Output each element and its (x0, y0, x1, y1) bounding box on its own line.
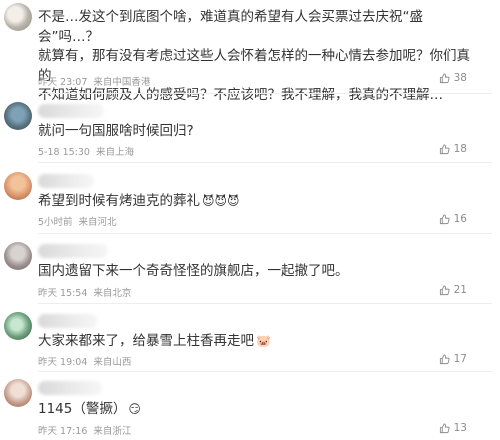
comment-item: 大家来都来了，给暴雪上柱香再走吧 🐷 昨天 19:04 来自山西 17 (0, 308, 500, 372)
thumbs-up-icon (439, 353, 450, 364)
comment-time: 昨天 19:04 (38, 357, 88, 368)
thumbs-up-icon (439, 284, 450, 295)
avatar[interactable] (4, 172, 32, 200)
like-count: 16 (453, 213, 467, 225)
like-button[interactable]: 21 (439, 284, 467, 296)
comment-item: 1145（警撅） 😏 昨天 17:16 来自浙江 13 (0, 376, 500, 440)
comment-text-body: 1145（警撅） (38, 401, 127, 417)
comment-text: 不是…发这个到底图个啥，难道真的希望有人会买票过去庆祝“盛会”吗…？ 就算有，那… (38, 8, 470, 106)
comment-text: 大家来都来了，给暴雪上柱香再走吧 🐷 (38, 332, 470, 352)
comment-item: 不是…发这个到底图个啥，难道真的希望有人会买票过去庆祝“盛会”吗…？ 就算有，那… (0, 0, 500, 103)
comment-text: 希望到时候有烤迪克的葬礼 😈😈😈 (38, 192, 470, 212)
emoji: 🐷 (256, 334, 271, 348)
divider (38, 233, 492, 234)
comment-location: 来自上海 (95, 147, 134, 158)
comment-text-line: 不是…发这个到底图个啥，难道真的希望有人会买票过去庆祝“盛会”吗…？ (38, 9, 423, 45)
comment-item: 希望到时候有烤迪克的葬礼 😈😈😈 5小时前 来自河北 16 (0, 168, 500, 234)
like-button[interactable]: 13 (439, 422, 467, 434)
comment-meta: 昨天 19:04 来自山西 (38, 354, 131, 368)
divider (38, 93, 492, 94)
like-button[interactable]: 38 (439, 72, 467, 84)
thumbs-up-icon (439, 422, 450, 433)
comment-time: 5小时前 (38, 217, 73, 228)
like-count: 38 (453, 72, 467, 84)
avatar[interactable] (4, 242, 32, 270)
username-blurred[interactable] (38, 174, 94, 188)
comment-meta: 5-18 15:30 来自上海 (38, 144, 134, 158)
avatar[interactable] (4, 3, 32, 31)
avatar[interactable] (4, 102, 32, 130)
comment-time: 昨天 23:07 (38, 77, 88, 88)
thumbs-up-icon (439, 143, 450, 154)
comment-meta: 5小时前 来自河北 (38, 214, 117, 228)
like-button[interactable]: 18 (439, 143, 467, 155)
comment-item: 就问一句国服啥时候回归? 5-18 15:30 来自上海 18 (0, 98, 500, 163)
like-count: 13 (453, 422, 467, 434)
username-blurred[interactable] (38, 381, 102, 395)
comment-text: 1145（警撅） 😏 (38, 400, 470, 420)
divider (38, 162, 492, 163)
comment-meta: 昨天 23:07 来自中国香港 (38, 74, 150, 88)
comment-time: 5-18 15:30 (38, 147, 90, 158)
like-count: 18 (453, 143, 467, 155)
thumbs-up-icon (439, 72, 450, 83)
emoji: 😏 (128, 402, 141, 416)
divider (38, 303, 492, 304)
comment-meta: 昨天 15:54 来自北京 (38, 285, 131, 299)
comment-location: 来自浙江 (93, 426, 132, 437)
comment-location: 来自河北 (78, 217, 117, 228)
comment-time: 昨天 17:16 (38, 426, 88, 437)
comment-location: 来自中国香港 (93, 77, 151, 88)
comment-location: 来自北京 (93, 288, 132, 299)
comment-meta: 昨天 17:16 来自浙江 (38, 423, 131, 437)
comment-text: 就问一句国服啥时候回归? (38, 123, 194, 139)
like-count: 17 (453, 353, 467, 365)
comment-item: 国内遗留下来一个奇奇怪怪的旗舰店，一起撤了吧。 昨天 15:54 来自北京 21 (0, 238, 500, 304)
like-button[interactable]: 17 (439, 353, 467, 365)
like-button[interactable]: 16 (439, 213, 467, 225)
avatar[interactable] (4, 312, 32, 340)
avatar[interactable] (4, 379, 32, 407)
comment-text-body: 希望到时候有烤迪克的葬礼 (38, 193, 200, 209)
thumbs-up-icon (439, 213, 450, 224)
username-blurred[interactable] (38, 104, 104, 118)
emoji: 😈😈😈 (202, 194, 240, 208)
comment-text: 国内遗留下来一个奇奇怪怪的旗舰店，一起撤了吧。 (38, 263, 349, 279)
comment-location: 来自山西 (93, 357, 132, 368)
username-blurred[interactable] (38, 314, 98, 328)
comment-time: 昨天 15:54 (38, 288, 88, 299)
like-count: 21 (453, 284, 467, 296)
divider (38, 371, 492, 372)
comment-text-body: 大家来都来了，给暴雪上柱香再走吧 (38, 333, 254, 349)
username-blurred[interactable] (38, 244, 108, 258)
